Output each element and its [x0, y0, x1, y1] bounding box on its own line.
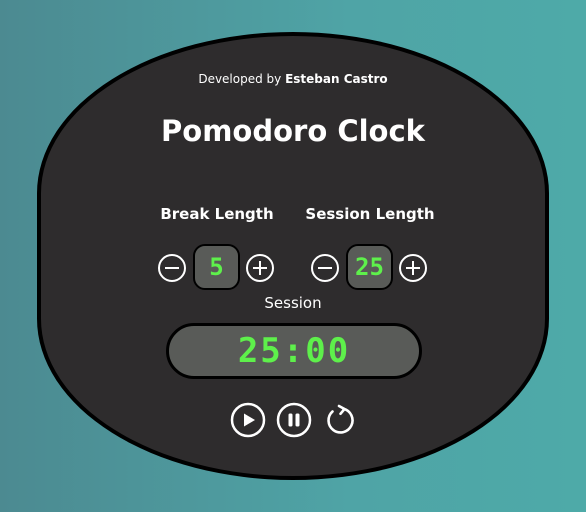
timer-controls	[41, 402, 545, 438]
pause-button[interactable]	[276, 402, 312, 438]
session-increment-button[interactable]	[399, 254, 427, 282]
credit-author: Esteban Castro	[285, 72, 388, 86]
session-length-control: Session Length 25	[290, 204, 450, 290]
break-length-label: Break Length	[160, 205, 274, 223]
credit-prefix: Developed by	[198, 72, 282, 86]
session-length-value: 25	[346, 244, 393, 290]
break-decrement-button[interactable]	[158, 254, 186, 282]
start-button[interactable]	[230, 402, 266, 438]
page-title: Pomodoro Clock	[161, 114, 425, 148]
break-length-row: 5	[137, 244, 297, 292]
break-increment-button[interactable]	[246, 254, 274, 282]
session-length-row: 25	[290, 244, 450, 292]
session-length-label: Session Length	[305, 205, 435, 223]
play-circle-icon	[230, 402, 266, 438]
break-length-value: 5	[193, 244, 240, 290]
timer-display: 25:00	[166, 323, 422, 379]
reset-button[interactable]	[322, 402, 358, 438]
developer-credit: Developed by Esteban Castro	[41, 72, 545, 86]
pomodoro-panel: Developed by Esteban Castro Pomodoro Clo…	[37, 32, 549, 480]
timer-mode-label: Session	[264, 294, 322, 312]
pause-circle-icon	[276, 402, 312, 438]
break-length-control: Break Length 5	[137, 204, 297, 290]
session-decrement-button[interactable]	[311, 254, 339, 282]
refresh-icon	[327, 404, 354, 434]
